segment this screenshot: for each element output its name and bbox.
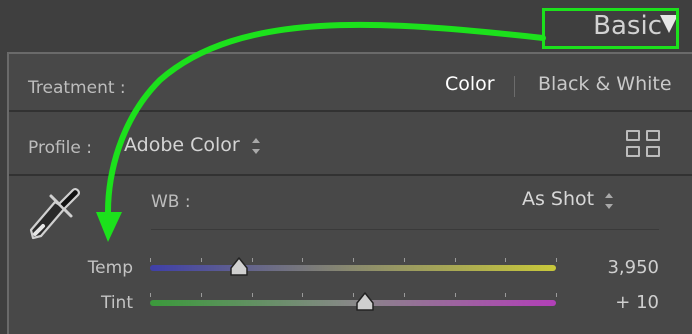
tint-slider-thumb[interactable] xyxy=(355,292,375,312)
slider-tick xyxy=(150,258,151,262)
slider-tick xyxy=(150,293,151,297)
temp-value[interactable]: 3,950 xyxy=(579,257,659,278)
slider-tick xyxy=(251,258,253,262)
slider-tick xyxy=(353,258,354,262)
slider-tick xyxy=(403,258,405,262)
slider-tick xyxy=(556,258,557,262)
slider-tick xyxy=(302,293,304,297)
basic-panel: Treatment : Color Black & White Profile … xyxy=(7,52,692,334)
slider-tick xyxy=(454,293,456,297)
treatment-row: Treatment : Color Black & White xyxy=(9,54,692,112)
tint-slider-track[interactable] xyxy=(150,300,556,306)
wb-updown-icon[interactable] xyxy=(604,193,614,209)
profile-select[interactable]: Adobe Color xyxy=(124,134,240,156)
eyedropper-icon[interactable] xyxy=(21,182,81,246)
annotation-highlight-box xyxy=(542,8,679,49)
treatment-separator xyxy=(514,76,515,97)
profile-label: Profile : xyxy=(28,138,92,158)
temp-label: Temp xyxy=(87,258,133,278)
profile-updown-icon[interactable] xyxy=(251,138,261,154)
wb-select[interactable]: As Shot xyxy=(522,188,594,210)
slider-tick xyxy=(353,293,354,297)
slider-tick xyxy=(454,258,456,262)
tint-label: Tint xyxy=(100,293,133,313)
profile-browser-grid-icon[interactable] xyxy=(624,128,662,160)
slider-tick xyxy=(505,258,507,262)
treatment-bw-option[interactable]: Black & White xyxy=(538,73,672,95)
slider-tick xyxy=(251,293,253,297)
wb-divider xyxy=(151,229,659,230)
treatment-color-option[interactable]: Color xyxy=(445,73,495,95)
treatment-label: Treatment : xyxy=(28,78,126,98)
profile-row: Profile : Adobe Color xyxy=(9,112,692,176)
temp-slider-track[interactable] xyxy=(150,265,556,271)
slider-tick xyxy=(403,293,405,297)
wb-label: WB : xyxy=(151,192,191,212)
tint-value[interactable]: + 10 xyxy=(579,292,659,313)
slider-tick xyxy=(556,293,557,297)
white-balance-section: WB : As Shot Temp 3,950 Tint + 10 xyxy=(9,176,692,334)
slider-tick xyxy=(302,258,304,262)
slider-tick xyxy=(200,293,202,297)
slider-tick xyxy=(505,293,507,297)
slider-tick xyxy=(200,258,202,262)
temp-slider-thumb[interactable] xyxy=(229,257,249,277)
